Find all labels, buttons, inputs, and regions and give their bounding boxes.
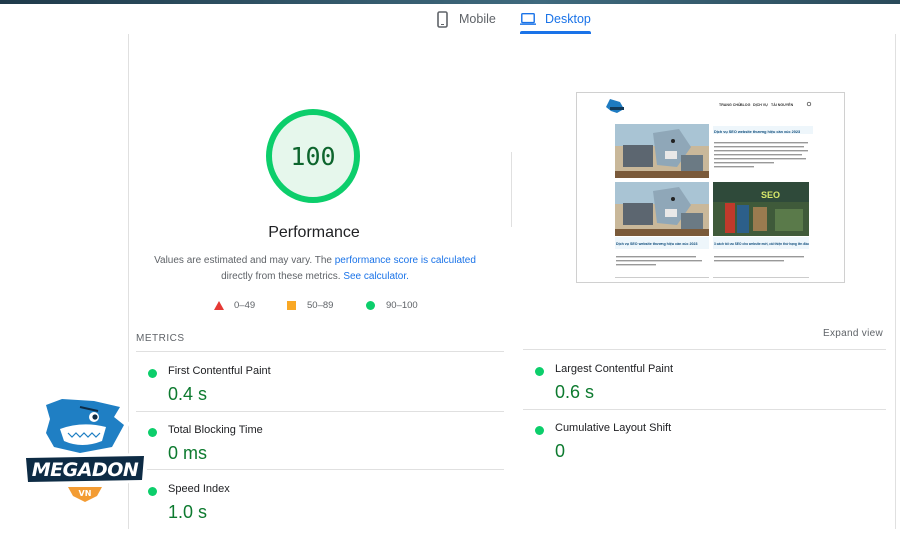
metric-value: 1.0 s <box>168 502 208 522</box>
metric-value: 0.4 s <box>168 384 208 404</box>
megadon-logo: MEGADON VN <box>20 393 150 509</box>
score-legend: 0–49 50–89 90–100 <box>214 300 434 314</box>
pass-circle-icon <box>535 426 544 435</box>
metric-value: 0 ms <box>168 443 208 463</box>
pass-circle-icon <box>148 369 157 378</box>
metrics-divider-right <box>523 409 886 410</box>
laptop-icon <box>520 10 536 28</box>
metric-value: 0 <box>555 441 566 461</box>
legend-average: 50–89 <box>287 300 333 311</box>
metric-value: 0.6 s <box>555 382 595 402</box>
tab-mobile-label: Mobile <box>459 12 496 26</box>
tab-desktop-label: Desktop <box>545 12 591 26</box>
desc-prefix: Values are estimated and may vary. The <box>154 255 335 266</box>
metrics-section-label: METRICS <box>136 333 185 344</box>
performance-score: 100 <box>290 141 336 171</box>
metrics-divider-left <box>136 469 504 470</box>
column-divider <box>511 152 512 227</box>
metric-speed-index: Speed Index 1.0 s <box>148 480 508 536</box>
legend-pass: 90–100 <box>366 300 418 311</box>
phone-icon <box>434 10 450 28</box>
website-preview-image: TRANG CHỦ BLOG DỊCH VỤ TÀI NGUYÊN Dịch v… <box>577 93 844 282</box>
metrics-divider-left <box>136 411 504 412</box>
metric-name: Total Blocking Time <box>168 424 263 436</box>
device-tabs: Mobile Desktop <box>0 4 900 34</box>
pass-circle-icon <box>366 301 375 310</box>
see-calculator-link[interactable]: See calculator. <box>343 271 409 282</box>
logo-wordmark: MEGADON <box>32 459 139 481</box>
tab-mobile[interactable]: Mobile <box>434 4 496 34</box>
metric-name: First Contentful Paint <box>168 365 271 377</box>
logo-sub: VN <box>79 489 92 498</box>
metric-name: Speed Index <box>168 483 230 495</box>
tab-desktop[interactable]: Desktop <box>520 4 591 34</box>
score-calculated-link[interactable]: performance score is calculated <box>335 255 476 266</box>
svg-text:DỊCH VỤ: DỊCH VỤ <box>753 103 768 107</box>
metrics-divider-left <box>136 351 504 352</box>
legend-pass-label: 90–100 <box>386 300 418 311</box>
performance-description: Values are estimated and may vary. The p… <box>150 253 480 285</box>
metric-first-contentful-paint: First Contentful Paint 0.4 s <box>148 362 508 418</box>
legend-fail-label: 0–49 <box>234 300 256 311</box>
metric-cumulative-layout-shift: Cumulative Layout Shift 0 <box>535 419 895 475</box>
legend-fail: 0–49 <box>214 300 255 311</box>
legend-average-label: 50–89 <box>307 300 334 311</box>
svg-text:Dịch vụ SEO website thương hiệ: Dịch vụ SEO website thương hiệu cần xúc … <box>616 242 697 246</box>
fail-triangle-icon <box>214 301 224 310</box>
svg-text:SEO: SEO <box>761 190 780 200</box>
metric-name: Cumulative Layout Shift <box>555 422 672 434</box>
page-screenshot-thumbnail[interactable]: TRANG CHỦ BLOG DỊCH VỤ TÀI NGUYÊN Dịch v… <box>576 92 845 283</box>
metric-name: Largest Contentful Paint <box>555 363 674 375</box>
average-square-icon <box>287 301 296 310</box>
expand-view-button[interactable]: Expand view <box>823 328 883 339</box>
pass-circle-icon <box>535 367 544 376</box>
desc-mid: directly from these metrics. <box>221 271 344 282</box>
svg-text:TRANG CHỦ: TRANG CHỦ <box>719 102 741 107</box>
performance-gauge: 100 <box>264 107 362 205</box>
metric-largest-contentful-paint: Largest Contentful Paint 0.6 s <box>535 360 895 416</box>
svg-text:3 cách tối ưu SEO cho website: 3 cách tối ưu SEO cho website mới, cải t… <box>714 242 809 246</box>
performance-title: Performance <box>268 224 360 241</box>
svg-text:BLOG: BLOG <box>740 103 751 107</box>
svg-text:Dịch vụ SEO website thương hiệ: Dịch vụ SEO website thương hiệu cần xúc … <box>714 130 800 134</box>
metrics-divider-right <box>523 349 886 350</box>
svg-text:TÀI NGUYÊN: TÀI NGUYÊN <box>771 102 794 107</box>
